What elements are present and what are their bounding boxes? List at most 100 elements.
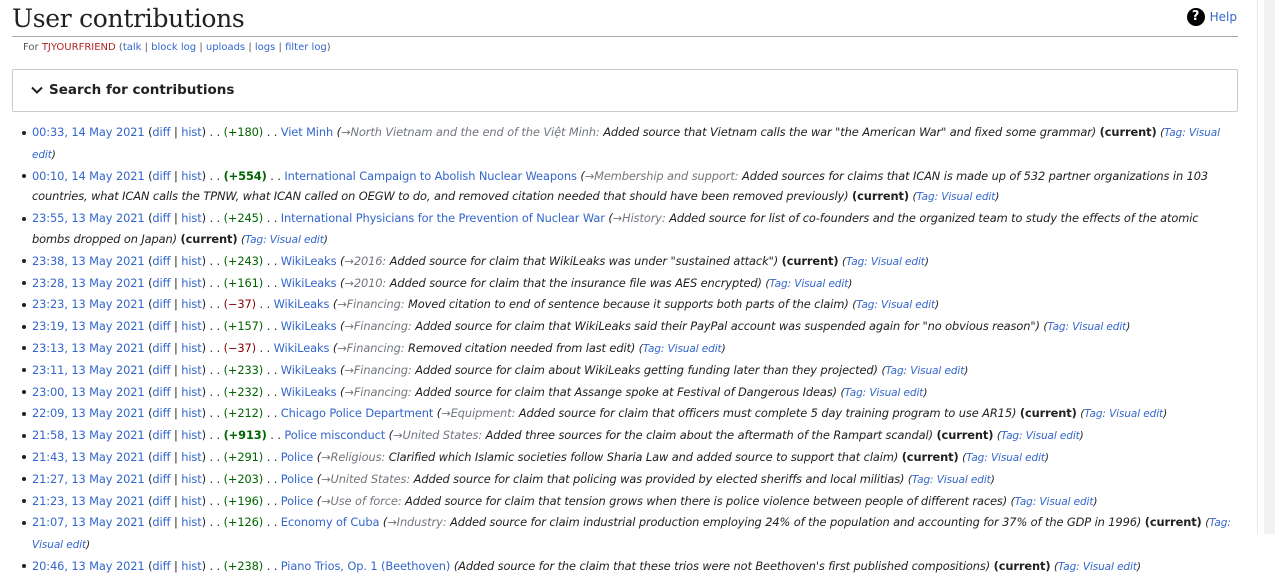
page-link[interactable]: WikiLeaks [281,254,337,268]
filter-log-link[interactable]: filter log [285,42,327,53]
timestamp-link[interactable]: 23:28, 13 May 2021 [32,276,145,290]
section-link[interactable]: →Financing: [344,319,411,333]
timestamp-link[interactable]: 21:27, 13 May 2021 [32,472,145,486]
chevron-down-icon[interactable] [30,83,44,97]
diff-link[interactable]: diff [152,211,170,225]
timestamp-link[interactable]: 23:19, 13 May 2021 [32,319,145,333]
timestamp-link[interactable]: 00:33, 14 May 2021 [32,125,145,139]
hist-link[interactable]: hist [181,169,201,183]
timestamp-link[interactable]: 21:23, 13 May 2021 [32,494,145,508]
tag-link[interactable]: Tag: [245,234,267,246]
timestamp-link[interactable]: 20:46, 13 May 2021 [32,559,145,573]
timestamp-link[interactable]: 23:55, 13 May 2021 [32,211,145,225]
page-link[interactable]: Police [281,472,314,486]
page-link[interactable]: Police [281,450,314,464]
section-link[interactable]: →Financing: [344,385,411,399]
section-link[interactable]: →North Vietnam and the end of the Việt M… [341,125,600,139]
page-link[interactable]: Viet Minh [281,125,333,139]
section-link[interactable]: →Use of force: [321,494,402,508]
tag-link[interactable]: Tag: [856,299,878,311]
page-link[interactable]: WikiLeaks [281,363,337,377]
hist-link[interactable]: hist [181,211,201,225]
hist-link[interactable]: hist [181,363,201,377]
help-icon[interactable]: ? [1186,8,1205,26]
page-link[interactable]: WikiLeaks [281,385,337,399]
page-link[interactable]: Police misconduct [284,428,385,442]
tag-name-link[interactable]: Visual edit [1072,321,1126,333]
hist-link[interactable]: hist [181,341,201,355]
timestamp-link[interactable]: 00:10, 14 May 2021 [32,169,145,183]
page-link[interactable]: International Campaign to Abolish Nuclea… [284,169,577,183]
page-link[interactable]: WikiLeaks [281,276,337,290]
diff-link[interactable]: diff [152,559,170,573]
hist-link[interactable]: hist [181,297,201,311]
diff-link[interactable]: diff [152,254,170,268]
section-link[interactable]: →Industry: [387,515,446,529]
timestamp-link[interactable]: 21:43, 13 May 2021 [32,450,145,464]
timestamp-link[interactable]: 23:23, 13 May 2021 [32,297,145,311]
hist-link[interactable]: hist [181,428,201,442]
diff-link[interactable]: diff [152,385,170,399]
tag-name-link[interactable]: Visual edit [941,191,995,203]
diff-link[interactable]: diff [152,319,170,333]
tag-link[interactable]: Tag: [845,387,867,399]
talk-link[interactable]: talk [123,42,142,53]
tag-name-link[interactable]: Visual edit [1083,561,1137,573]
section-link[interactable]: →Equipment: [441,406,515,420]
uploads-link[interactable]: uploads [206,42,245,53]
page-link[interactable]: Chicago Police Department [281,406,434,420]
hist-link[interactable]: hist [181,515,201,529]
timestamp-link[interactable]: 21:58, 13 May 2021 [32,428,145,442]
page-link[interactable]: Police [281,494,314,508]
tag-name-link[interactable]: Visual edit [991,452,1045,464]
search-contributions-label[interactable]: Search for contributions [49,82,234,98]
tag-link[interactable]: Tag: [966,452,988,464]
hist-link[interactable]: hist [181,494,201,508]
tag-link[interactable]: Tag: [1047,321,1069,333]
timestamp-link[interactable]: 23:38, 13 May 2021 [32,254,145,268]
diff-link[interactable]: diff [152,276,170,290]
tag-name-link[interactable]: Visual edit [871,256,925,268]
hist-link[interactable]: hist [181,276,201,290]
hist-link[interactable]: hist [181,406,201,420]
section-link[interactable]: →Financing: [337,297,404,311]
tag-name-link[interactable]: Visual edit [937,474,991,486]
timestamp-link[interactable]: 23:00, 13 May 2021 [32,385,145,399]
page-scrollbar[interactable] [1257,0,1280,534]
tag-link[interactable]: Tag: [769,278,791,290]
search-contributions-toggle[interactable]: Search for contributions [12,69,1238,112]
diff-link[interactable]: diff [152,406,170,420]
diff-link[interactable]: diff [152,472,170,486]
logs-link[interactable]: logs [255,42,275,53]
section-link[interactable]: →2010: [344,276,386,290]
tag-link[interactable]: Tag: [1058,561,1080,573]
tag-name-link[interactable]: Visual edit [910,365,964,377]
page-link[interactable]: WikiLeaks [274,341,330,355]
tag-name-link[interactable]: Visual edit [1026,430,1080,442]
tag-link[interactable]: Tag: [916,191,938,203]
page-link[interactable]: WikiLeaks [274,297,330,311]
tag-name-link[interactable]: Visual edit [32,539,86,551]
tag-link[interactable]: Tag: [912,474,934,486]
timestamp-link[interactable]: 23:13, 13 May 2021 [32,341,145,355]
diff-link[interactable]: diff [152,363,170,377]
hist-link[interactable]: hist [181,254,201,268]
section-link[interactable]: →United States: [393,428,482,442]
tag-link[interactable]: Tag: [1015,496,1037,508]
timestamp-link[interactable]: 21:07, 13 May 2021 [32,515,145,529]
diff-link[interactable]: diff [152,515,170,529]
help-link[interactable]: ? Help [1186,8,1237,26]
hist-link[interactable]: hist [181,450,201,464]
page-link[interactable]: Piano Trios, Op. 1 (Beethoven) [281,559,451,573]
page-link[interactable]: Economy of Cuba [281,515,380,529]
timestamp-link[interactable]: 22:09, 13 May 2021 [32,406,145,420]
page-link[interactable]: WikiLeaks [281,319,337,333]
tag-link[interactable]: Tag: [643,343,665,355]
user-link[interactable]: TJYOURFRIEND [42,42,116,53]
tag-name-link[interactable]: Visual edit [270,234,324,246]
tag-link[interactable]: Tag: [846,256,868,268]
page-link[interactable]: International Physicians for the Prevent… [281,211,605,225]
section-link[interactable]: →Financing: [337,341,404,355]
hist-link[interactable]: hist [181,385,201,399]
tag-name-link[interactable]: Visual edit [869,387,923,399]
